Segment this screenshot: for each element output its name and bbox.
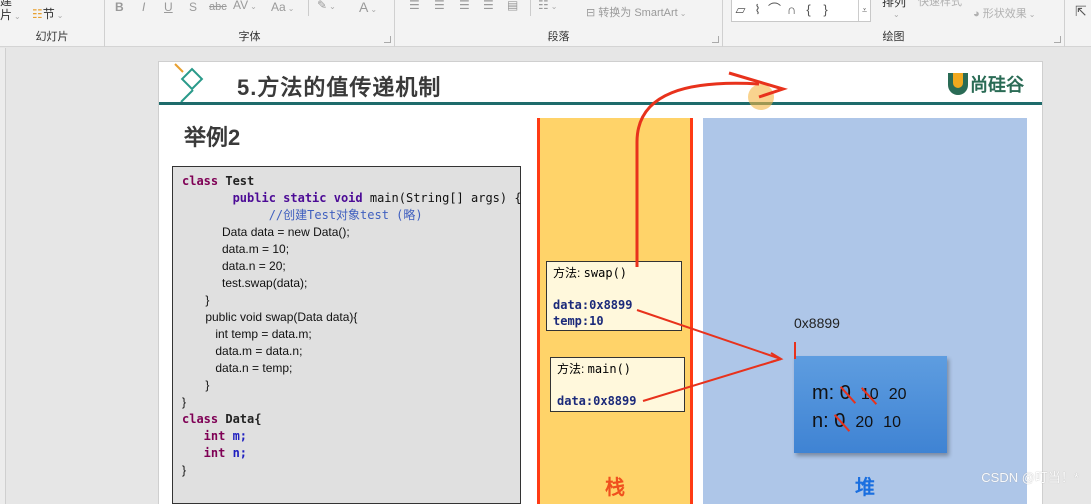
ribbon-group-paragraph: ☰ ☰ ☰ ☰ ▤ ☷ ⌄ ⊟ 转换为 SmartArt ⌄ 段落 bbox=[395, 0, 723, 47]
convert-smartart-button[interactable]: ⊟ 转换为 SmartArt ⌄ bbox=[586, 6, 686, 22]
watermark: CSDN @叮当！* bbox=[981, 470, 1079, 485]
font-color-button[interactable]: A ⌄ bbox=[359, 0, 377, 16]
align-left-button[interactable]: ☰ bbox=[409, 0, 420, 14]
gallery-more-button[interactable]: ⩡ bbox=[858, 0, 870, 21]
slide-layout-button[interactable]: 片 ⌄ bbox=[0, 8, 21, 24]
section-button[interactable]: ☷节 ⌄ bbox=[32, 7, 63, 23]
ribbon-group-slides: 建 片 ⌄ ☷节 ⌄ 幻灯片 bbox=[0, 0, 105, 47]
highlighter-icon: ✎ bbox=[317, 0, 328, 12]
annotation-curve-arrow bbox=[635, 81, 760, 267]
thumbnail-pane[interactable] bbox=[0, 48, 6, 504]
group-label-font: 字体 bbox=[238, 31, 261, 43]
smartart-label: 转换为 SmartArt bbox=[598, 7, 678, 19]
divider bbox=[308, 0, 309, 16]
section-icon: ☷ bbox=[32, 7, 43, 21]
ribbon-group-font: B I U S abc AV ⌄ Aa ⌄ ✎ ⌄ A ⌄ 字体 bbox=[105, 0, 395, 47]
group-label-slides: 幻灯片 bbox=[35, 31, 69, 43]
shape-item[interactable]: ⌒ bbox=[766, 0, 783, 20]
group-label-paragraph: 段落 bbox=[547, 31, 570, 43]
chevron-down-icon: ⌄ bbox=[14, 12, 21, 21]
section-label: 节 bbox=[42, 7, 55, 21]
pointer-arrow-swap bbox=[636, 309, 782, 360]
text-shadow-button[interactable]: S bbox=[189, 0, 197, 16]
character-spacing-button[interactable]: AV ⌄ bbox=[233, 0, 257, 14]
shape-item[interactable]: ⌇ bbox=[749, 0, 766, 20]
ribbon: 建 片 ⌄ ☷节 ⌄ 幻灯片 B I U S abc AV ⌄ Aa ⌄ ✎ ⌄ A ⌄ 字… bbox=[0, 0, 1091, 47]
columns-button[interactable]: ☷ ⌄ bbox=[538, 0, 557, 14]
character-spacing-label: AV bbox=[233, 0, 249, 12]
shape-item[interactable]: ▱ bbox=[732, 0, 749, 20]
dialog-launcher-icon[interactable] bbox=[712, 36, 719, 43]
shape-item[interactable]: } bbox=[817, 0, 834, 20]
quick-styles-button[interactable]: 快速样式 bbox=[918, 0, 962, 11]
underline-button[interactable]: U bbox=[164, 0, 173, 16]
chevron-down-icon: ⌄ bbox=[1028, 10, 1036, 19]
shape-effects-label: 形状效果 bbox=[982, 8, 1027, 20]
chevron-down-icon: ⌄ bbox=[56, 11, 64, 20]
bold-button[interactable]: B bbox=[115, 0, 124, 16]
change-case-label: Aa bbox=[271, 0, 286, 14]
chevron-down-icon: ⌄ bbox=[370, 5, 378, 14]
slide-canvas[interactable]: 5.方法的值传递机制 尚硅谷 举例2 class Test public sta… bbox=[158, 61, 1043, 504]
select-pointer-icon[interactable]: ⇱ bbox=[1075, 4, 1087, 20]
smartart-icon: ⊟ bbox=[586, 7, 599, 19]
align-center-button[interactable]: ☰ bbox=[434, 0, 445, 14]
annotation-layer bbox=[635, 71, 796, 402]
change-case-button[interactable]: Aa ⌄ bbox=[271, 0, 294, 16]
dialog-launcher-icon[interactable] bbox=[384, 36, 391, 43]
chevron-down-icon: ⌄ bbox=[287, 4, 295, 13]
chevron-down-icon: ⌄ bbox=[250, 2, 257, 11]
columns-icon: ☷ bbox=[538, 0, 549, 12]
shape-item[interactable]: ∩ bbox=[783, 0, 800, 20]
highlight-button[interactable]: ✎ ⌄ bbox=[317, 0, 336, 14]
justify-button[interactable]: ☰ bbox=[483, 0, 494, 14]
italic-button[interactable]: I bbox=[142, 0, 145, 16]
chevron-down-icon: ⌄ bbox=[329, 2, 336, 11]
chevron-down-icon: ⌄ bbox=[679, 9, 687, 18]
slide-layout-label: 片 bbox=[0, 8, 13, 22]
group-label-drawing: 绘图 bbox=[882, 31, 905, 43]
divider bbox=[530, 0, 531, 16]
shape-item[interactable]: { bbox=[800, 0, 817, 20]
strikethrough-button[interactable]: abc bbox=[209, 0, 227, 16]
pointer-arrow-main bbox=[642, 358, 782, 402]
shape-effects-icon: ◕ bbox=[973, 8, 983, 20]
dialog-launcher-icon[interactable] bbox=[1054, 36, 1061, 43]
shape-gallery[interactable]: ▱ ⌇ ⌒ ∩{} ⩡ bbox=[731, 0, 871, 22]
text-direction-button[interactable]: ▤ bbox=[507, 0, 518, 14]
chevron-down-icon: ⌄ bbox=[550, 2, 558, 11]
align-right-button[interactable]: ☰ bbox=[459, 0, 470, 14]
font-color-label: A bbox=[359, 0, 369, 15]
shape-effects-button[interactable]: ◕ 形状效果 ⌄ bbox=[973, 7, 1035, 23]
chevron-down-icon: ⌄ bbox=[893, 10, 900, 19]
